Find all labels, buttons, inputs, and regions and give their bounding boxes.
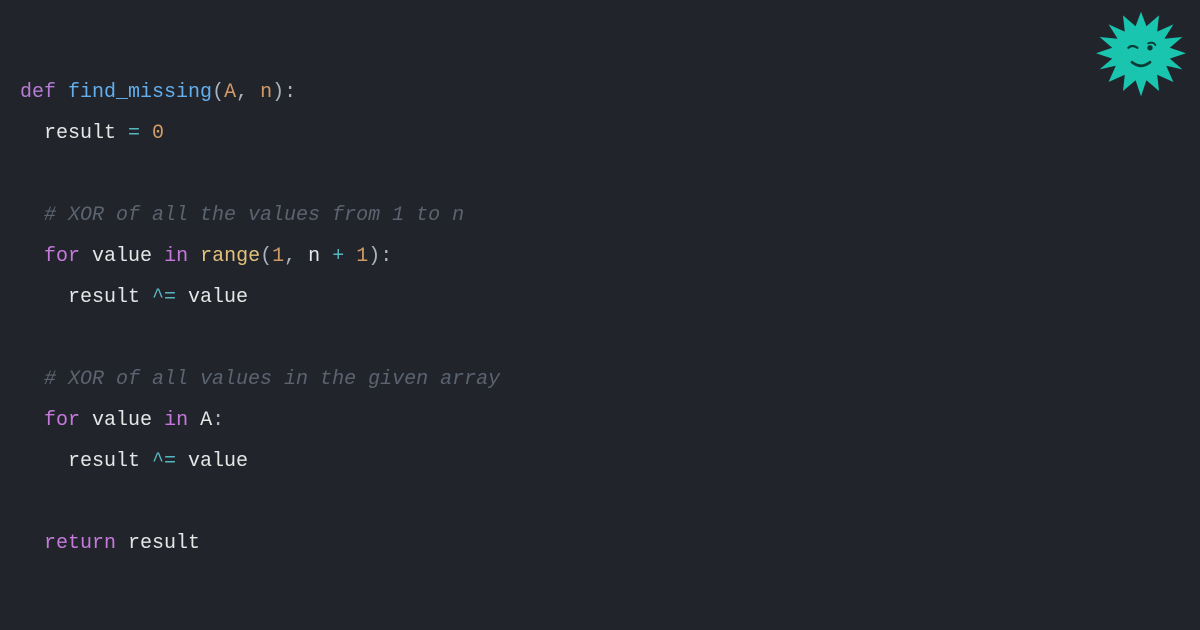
space — [116, 532, 128, 555]
paren-open: ( — [260, 245, 272, 268]
var-value: value — [92, 245, 152, 268]
op-xor-assign: ^= — [140, 450, 188, 473]
keyword-return: return — [44, 532, 116, 555]
var-result: result — [44, 122, 116, 145]
space — [80, 409, 92, 432]
code-block: def find_missing(A, n): result = 0 # XOR… — [0, 0, 1200, 584]
colon: : — [212, 409, 224, 432]
num-zero: 0 — [152, 122, 164, 145]
paren-close: ): — [368, 245, 392, 268]
op-assign: = — [116, 122, 152, 145]
keyword-in: in — [164, 245, 188, 268]
var-value: value — [92, 409, 152, 432]
param-A: A — [224, 81, 236, 104]
mascot-icon — [1096, 10, 1186, 100]
paren-close: ): — [272, 81, 296, 104]
keyword-for: for — [44, 245, 80, 268]
keyword-in: in — [164, 409, 188, 432]
comma: , — [284, 245, 308, 268]
var-result: result — [68, 286, 140, 309]
paren-open: ( — [212, 81, 224, 104]
param-n: n — [260, 81, 272, 104]
var-result: result — [68, 450, 140, 473]
builtin-range: range — [200, 245, 260, 268]
space — [152, 409, 164, 432]
space — [80, 245, 92, 268]
op-plus: + — [320, 245, 356, 268]
keyword-for: for — [44, 409, 80, 432]
num-one: 1 — [272, 245, 284, 268]
func-name: find_missing — [68, 81, 212, 104]
var-n: n — [308, 245, 320, 268]
space — [188, 409, 200, 432]
comment-xor-range: # XOR of all the values from 1 to n — [44, 204, 464, 227]
keyword-def: def — [20, 81, 56, 104]
op-xor-assign: ^= — [140, 286, 188, 309]
space — [188, 245, 200, 268]
var-A: A — [200, 409, 212, 432]
var-value: value — [188, 286, 248, 309]
var-value: value — [188, 450, 248, 473]
comment-xor-array: # XOR of all values in the given array — [44, 368, 500, 391]
comma: , — [236, 81, 260, 104]
space — [152, 245, 164, 268]
var-result: result — [128, 532, 200, 555]
num-one: 1 — [356, 245, 368, 268]
